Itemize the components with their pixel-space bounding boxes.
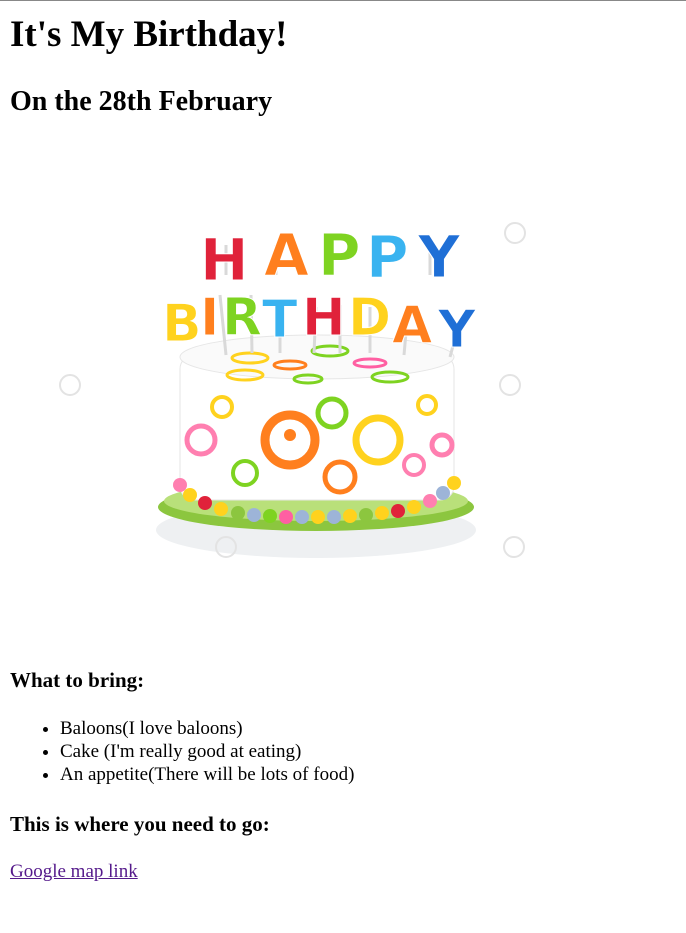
candle-letter-a2: A: [392, 296, 432, 356]
candle-letter-i: I: [200, 288, 219, 348]
list-item: Cake (I'm really good at eating): [60, 740, 354, 763]
candle-letter-y1: Y: [417, 223, 461, 291]
candle-letter-a1: A: [264, 221, 309, 289]
bring-list: Baloons(I love baloons) Cake (I'm really…: [0, 717, 354, 786]
candle-letter-p1: P: [318, 221, 361, 289]
top-border: [0, 0, 686, 1]
what-to-bring-heading: What to bring:: [10, 668, 145, 692]
date-heading: On the 28th February: [10, 86, 273, 117]
candle-letter-r: R: [222, 288, 262, 348]
birthday-cake-image: H A P P Y B I R T H D A Y: [40, 195, 640, 587]
candle-letter-p2: P: [366, 223, 409, 291]
list-item: An appetite(There will be lots of food): [60, 763, 354, 786]
happy-letters: H A P P Y: [200, 221, 462, 295]
candle-letter-d: D: [348, 288, 391, 348]
google-map-link[interactable]: Google map link: [10, 860, 138, 883]
location-heading: This is where you need to go:: [10, 812, 270, 836]
candle-letter-t: T: [262, 290, 298, 350]
cake-illustration: H A P P Y B I R T H D A Y: [59, 221, 526, 558]
candle-letter-y2: Y: [437, 300, 477, 360]
page-title: It's My Birthday!: [10, 14, 288, 55]
candle-letter-b: B: [162, 294, 202, 354]
list-item: Baloons(I love baloons): [60, 717, 354, 740]
candle-letter-h2: H: [302, 288, 346, 348]
candle-letter-h1: H: [200, 226, 249, 294]
